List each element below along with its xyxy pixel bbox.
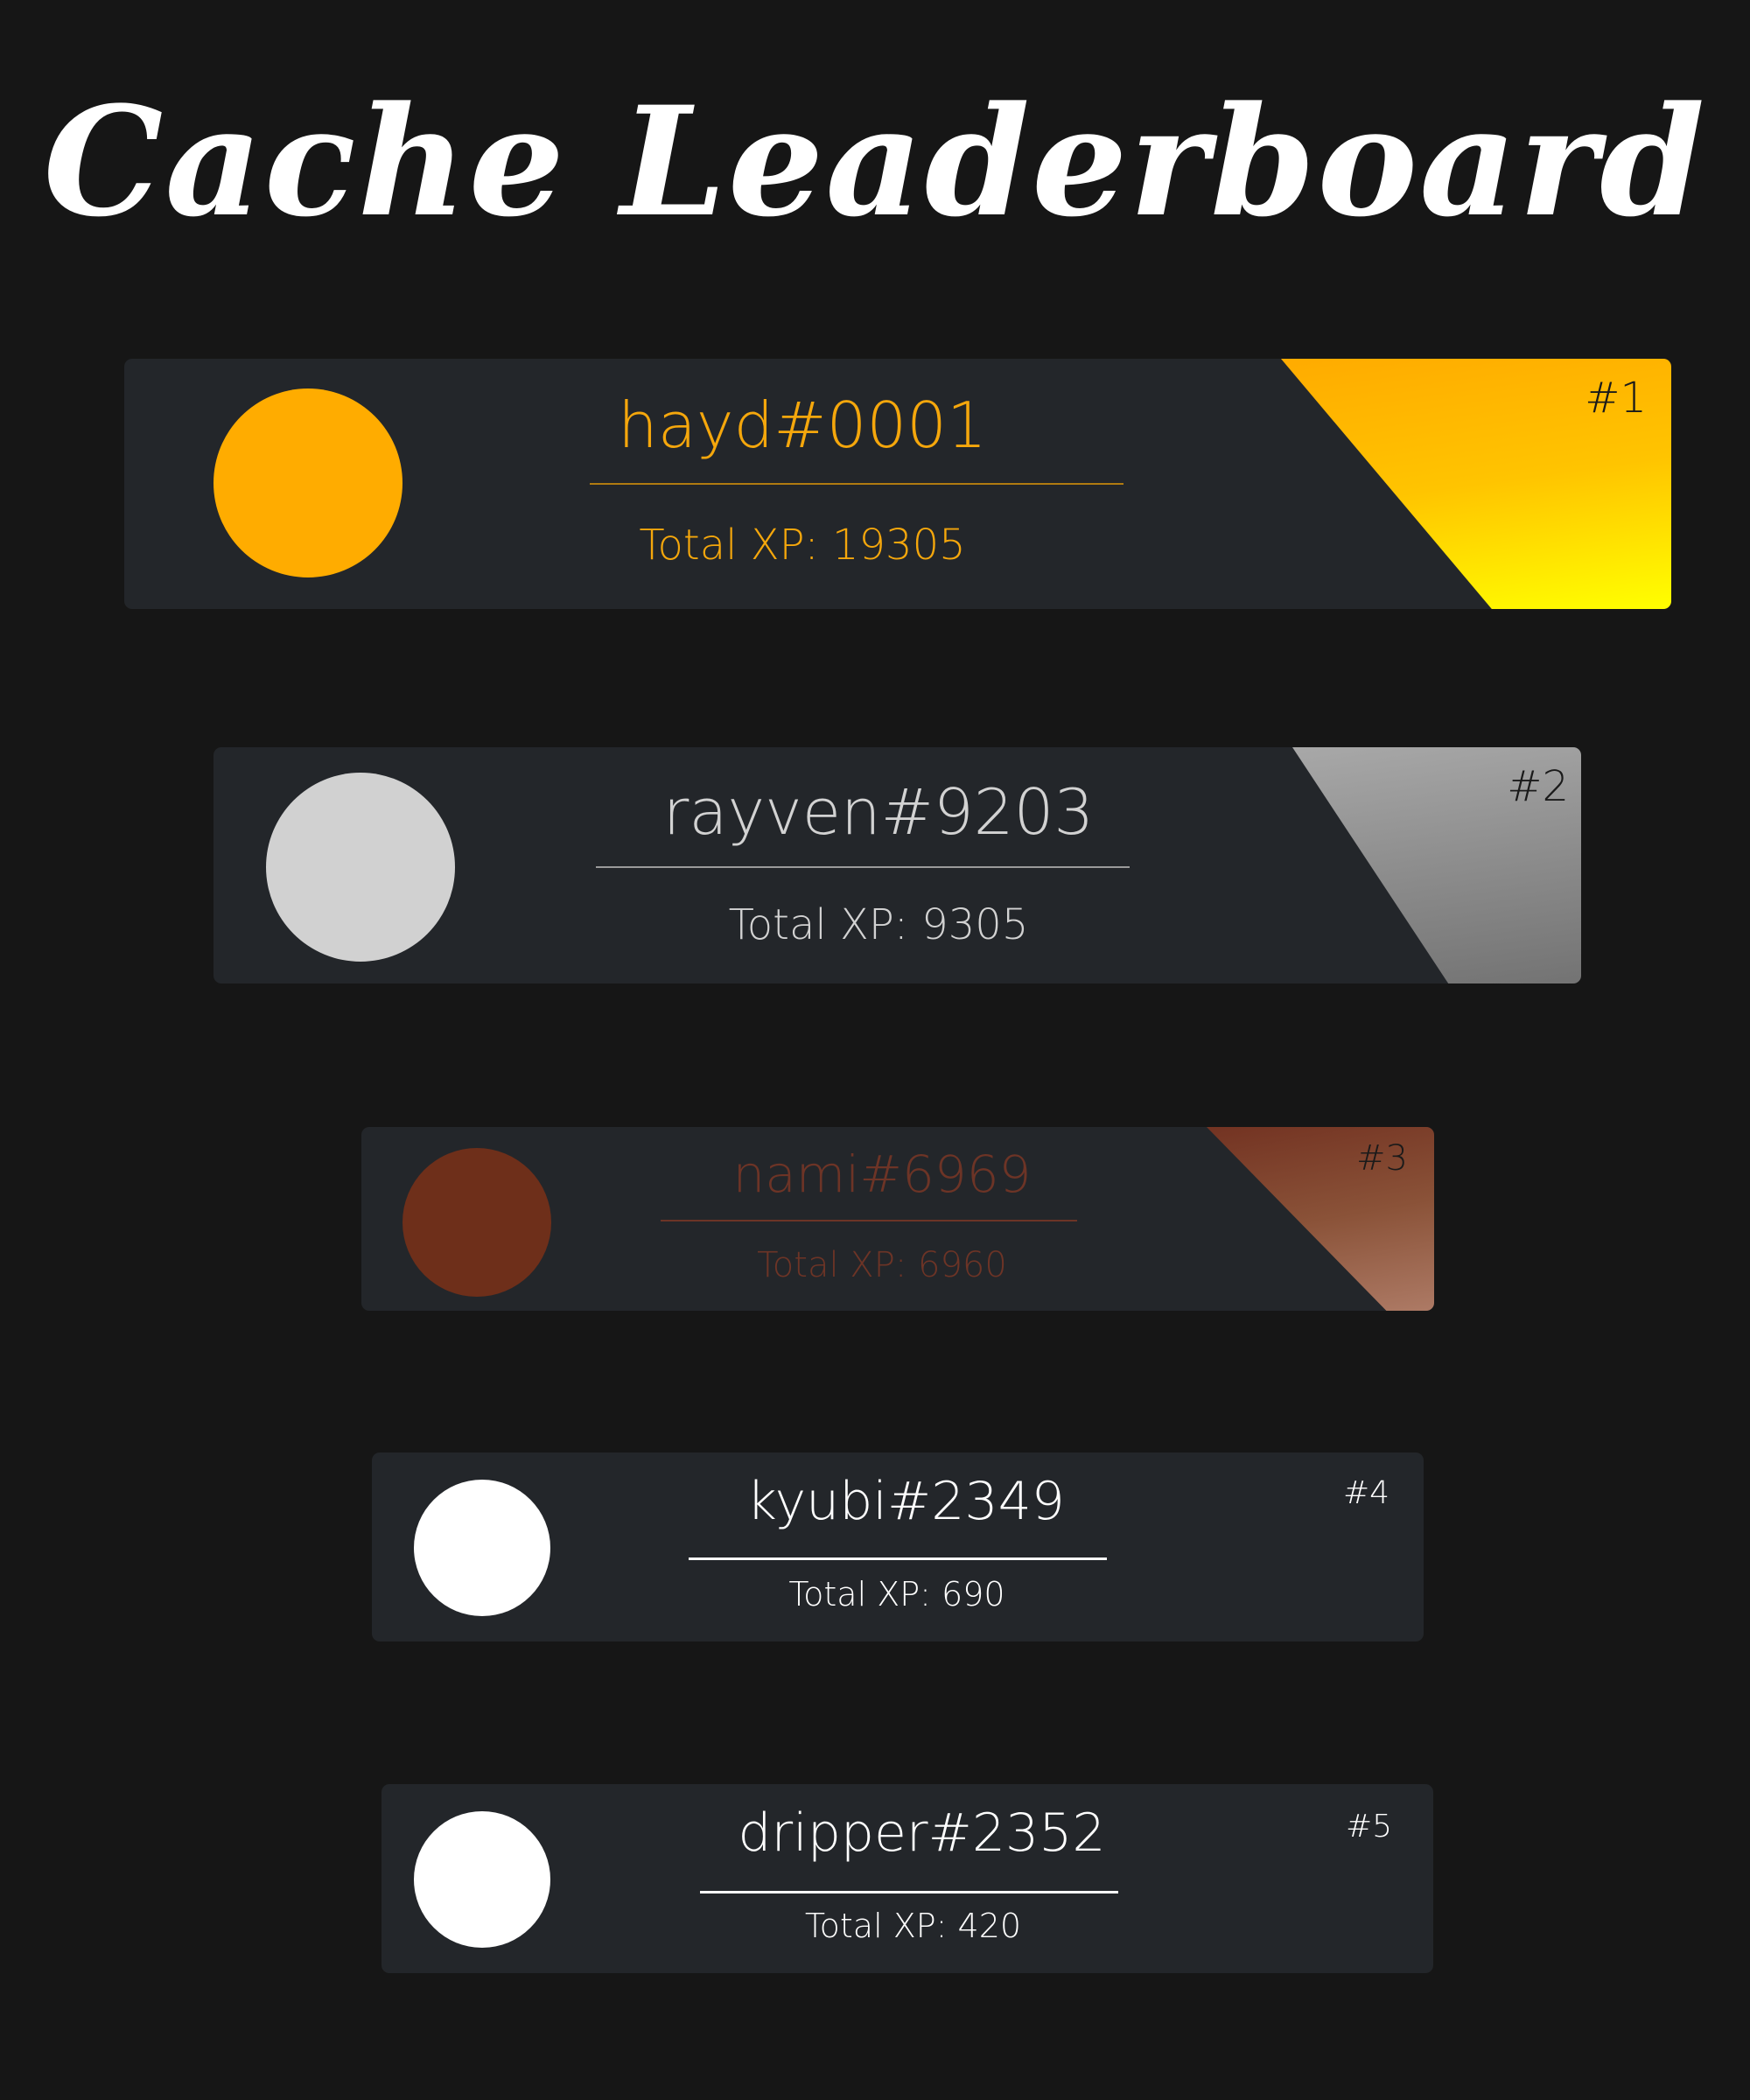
divider [661,1220,1077,1222]
rank-badge: #2 [1507,762,1569,811]
username: kyubi#2349 [746,1471,1065,1532]
total-xp: Total XP: 6960 [757,1245,1007,1285]
username: dripper#2352 [738,1802,1106,1864]
rank-badge: #5 [1346,1809,1393,1844]
username: hayd#0001 [618,388,987,462]
leaderboard-card-rank-3[interactable]: nami#6969 Total XP: 6960 #3 [361,1127,1434,1311]
avatar [266,773,455,962]
rank-badge: #3 [1356,1138,1408,1179]
avatar [414,1811,550,1948]
total-xp: Total XP: 9305 [728,900,1029,949]
total-xp: Total XP: 690 [788,1575,1005,1614]
leaderboard-card-rank-1[interactable]: hayd#0001 Total XP: 19305 #1 [124,359,1671,609]
leaderboard-card-rank-5[interactable]: dripper#2352 Total XP: 420 #5 [382,1784,1433,1973]
avatar [214,388,402,578]
username: nami#6969 [732,1144,1032,1204]
divider [590,483,1124,485]
rank-badge: #4 [1343,1475,1390,1511]
rank-badge: #1 [1585,374,1647,423]
divider [700,1891,1118,1894]
username: rayven#9203 [662,775,1095,849]
total-xp: Total XP: 420 [804,1907,1022,1945]
page-title: Cache Leaderboard [43,73,1707,250]
leaderboard-card-rank-4[interactable]: kyubi#2349 Total XP: 690 #4 [372,1452,1424,1642]
leaderboard-card-rank-2[interactable]: rayven#9203 Total XP: 9305 #2 [214,747,1581,984]
total-xp: Total XP: 19305 [639,521,966,570]
divider [596,866,1130,868]
avatar [414,1480,550,1616]
divider [689,1558,1107,1560]
avatar [402,1148,551,1297]
